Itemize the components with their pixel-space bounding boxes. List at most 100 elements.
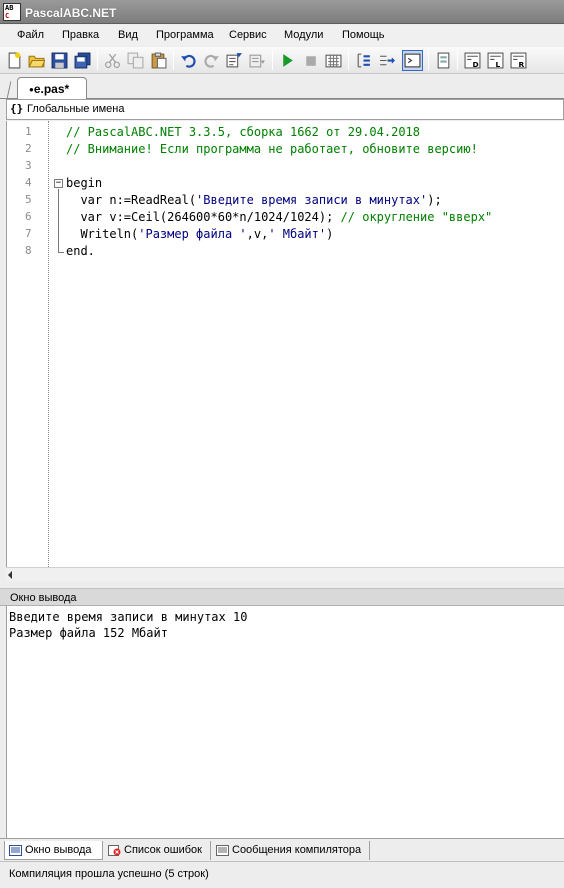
line-number: 2: [25, 142, 32, 155]
compiler-messages-icon: [216, 845, 229, 856]
menu-bar: Файл Правка Вид Программа Сервис Модули …: [0, 25, 564, 46]
output-panel-header: Окно вывода: [0, 588, 564, 606]
tab-label: e.pas*: [33, 82, 70, 96]
code-line: begin: [66, 175, 102, 192]
line-number: 1: [25, 125, 32, 138]
output-console[interactable]: Введите время записи в минутах 10 Размер…: [6, 606, 564, 838]
menu-file[interactable]: Файл: [17, 29, 44, 41]
line-number: 5: [25, 193, 32, 206]
menu-modules[interactable]: Модули: [284, 29, 323, 41]
window-title: PascalABC.NET: [25, 6, 117, 20]
open-icon[interactable]: [28, 52, 45, 69]
line-number: 4: [25, 176, 32, 189]
toolbar-separator: [97, 51, 98, 70]
code-token-str: 'Введите время записи в минутах': [196, 193, 428, 207]
code-token-plain: );: [427, 193, 442, 207]
save-icon[interactable]: [51, 52, 68, 69]
scope-selector[interactable]: {} Глобальные имена: [6, 99, 564, 120]
new-file-icon[interactable]: [6, 52, 23, 69]
code-line: Writeln('Размер файла ',v,' Мбайт'): [66, 226, 333, 243]
scope-braces-icon: {}: [10, 102, 24, 115]
code-editor[interactable]: 1 2 3 4 5 6 7 8 − // PascalABC.NET 3.3.5, сборк…: [6, 121, 564, 567]
toolbar: D L R: [0, 47, 564, 74]
fold-guide: [58, 189, 59, 252]
tab-label: Список ошибок: [124, 844, 202, 856]
menu-view[interactable]: Вид: [118, 29, 138, 41]
replace-icon[interactable]: [249, 52, 266, 69]
code-token-kw: begin: [66, 176, 103, 190]
code-token-comment: // Внимание! Если программа не работает,…: [66, 142, 478, 156]
line-number: 3: [25, 159, 32, 172]
tab-strip-edge-icon: [7, 81, 11, 99]
output-window-icon[interactable]: [402, 50, 423, 71]
undo-icon[interactable]: [180, 52, 197, 69]
code-line: end.: [66, 243, 95, 260]
bottom-panel-tabs: Окно вывода Список ошибок Сообщения комп…: [0, 838, 564, 860]
code-token-plain: ): [326, 227, 334, 241]
tab-label: Окно вывода: [25, 844, 92, 856]
code-token-plain: var v:=Ceil(264600*60*n/1024/1024);: [66, 210, 341, 224]
exe-r-icon[interactable]: R: [510, 52, 527, 69]
save-all-icon[interactable]: [74, 52, 91, 69]
run-icon[interactable]: [279, 52, 296, 69]
code-token-comment: // округление "вверх": [340, 210, 493, 224]
cut-icon[interactable]: [104, 52, 121, 69]
fold-collapse-icon[interactable]: −: [54, 179, 63, 188]
tab-error-list[interactable]: Список ошибок: [104, 841, 211, 860]
code-line: var n:=ReadReal('Введите время записи в …: [66, 192, 442, 209]
menu-program[interactable]: Программа: [156, 29, 214, 41]
code-token-plain: var n:=ReadReal(: [66, 193, 197, 207]
fold-end: [58, 252, 64, 253]
line-number: 6: [25, 210, 32, 223]
output-window-icon: [9, 845, 22, 856]
toolbar-separator: [457, 51, 458, 70]
tab-output-window[interactable]: Окно вывода: [4, 841, 103, 860]
code-token-str: 'Размер файла ': [138, 227, 247, 241]
menu-help[interactable]: Помощь: [342, 29, 385, 41]
code-token-plain: Writeln(: [66, 227, 139, 241]
compile-icon[interactable]: [325, 52, 342, 69]
code-line: var v:=Ceil(264600*60*n/1024/1024); // о…: [66, 209, 492, 226]
toolbar-separator: [348, 51, 349, 70]
menu-edit[interactable]: Правка: [62, 29, 99, 41]
code-line: // PascalABC.NET 3.3.5, сборка 1662 от 2…: [66, 124, 420, 141]
scroll-left-icon[interactable]: [8, 571, 12, 579]
editor-tab-strip: ●e.pas*: [0, 75, 564, 100]
status-bar: Компиляция прошла успешно (5 строк): [0, 861, 564, 888]
svg-text:L: L: [496, 60, 501, 69]
toolbar-separator: [428, 51, 429, 70]
output-line: Введите время записи в минутах 10: [9, 610, 248, 624]
tab-compiler-messages[interactable]: Сообщения компилятора: [212, 841, 370, 860]
redo-icon[interactable]: [203, 52, 220, 69]
exe-l-icon[interactable]: L: [487, 52, 504, 69]
code-line: // Внимание! Если программа не работает,…: [66, 141, 478, 158]
editor-horizontal-scrollbar[interactable]: [6, 567, 564, 581]
form-icon[interactable]: [435, 52, 452, 69]
line-number: 7: [25, 227, 32, 240]
toolbar-separator: [173, 51, 174, 70]
code-token-str: ' Мбайт': [268, 227, 327, 241]
code-token-comment: // PascalABC.NET 3.3.5, сборка 1662 от 2…: [66, 125, 421, 139]
output-panel-title: Окно вывода: [10, 592, 77, 604]
output-line: Размер файла 152 Мбайт: [9, 626, 168, 640]
toolbar-separator: [272, 51, 273, 70]
ide-window: AB C PascalABC.NET Файл Правка Вид Прогр…: [0, 0, 564, 888]
copy-icon[interactable]: [127, 52, 144, 69]
debug-into-icon[interactable]: [378, 52, 395, 69]
code-token-kw: end.: [66, 244, 95, 258]
tab-label: Сообщения компилятора: [232, 844, 362, 856]
line-number: 8: [25, 244, 32, 257]
menu-service[interactable]: Сервис: [229, 29, 267, 41]
error-list-icon: [108, 845, 121, 856]
svg-text:R: R: [519, 60, 525, 69]
app-logo-icon: AB C: [3, 3, 21, 21]
tab-e-pas[interactable]: ●e.pas*: [17, 77, 87, 100]
line-number-gutter: 1 2 3 4 5 6 7 8: [7, 121, 49, 567]
stop-icon[interactable]: [302, 52, 319, 69]
find-icon[interactable]: [226, 52, 243, 69]
svg-text:D: D: [473, 60, 479, 69]
debug-step-icon[interactable]: [355, 52, 372, 69]
paste-icon[interactable]: [150, 52, 167, 69]
code-token-plain: ,v,: [246, 227, 269, 241]
exe-d-icon[interactable]: D: [464, 52, 481, 69]
